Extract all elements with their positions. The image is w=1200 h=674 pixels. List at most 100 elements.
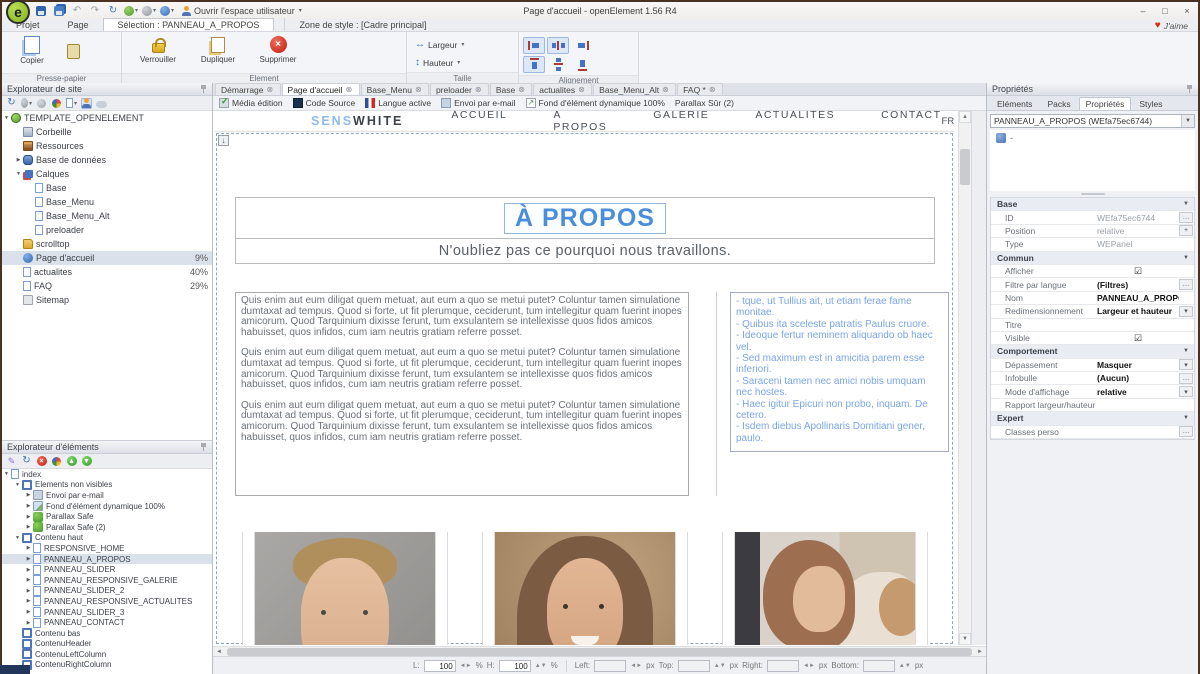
canvas-toolbar-button[interactable]: Langue active — [365, 98, 431, 108]
site-tree-item[interactable]: Base — [2, 181, 212, 195]
expander-icon[interactable]: ▼ — [13, 482, 22, 488]
expander-icon[interactable]: ▶ — [24, 524, 33, 530]
publish-button[interactable]: ▾ — [124, 4, 138, 17]
anchor-icon[interactable]: ↓ — [218, 135, 229, 146]
save-button[interactable] — [34, 4, 48, 17]
nav-link[interactable]: CONTACT — [881, 111, 941, 133]
property-row[interactable]: Type WEPanel — [991, 238, 1194, 251]
expander-icon[interactable]: ▼ — [14, 171, 23, 177]
horizontal-scrollbar[interactable]: ◄ ► — [213, 646, 986, 656]
property-action-button[interactable]: + — [1179, 225, 1193, 236]
site-brand[interactable]: SENSWHITE — [311, 114, 403, 128]
element-tree-item[interactable]: ContenuHeader — [2, 639, 212, 650]
property-row[interactable]: Filtre par langue (Filtres) … — [991, 278, 1194, 291]
element-tree-item[interactable]: ▶ Parallax Safe (2) — [2, 522, 212, 533]
element-tree-item[interactable]: ▶ RESPONSIVE_HOME — [2, 543, 212, 554]
style-icon[interactable] — [996, 133, 1006, 143]
align-bottom-button[interactable] — [571, 56, 593, 73]
expander-icon[interactable]: ▶ — [24, 567, 33, 573]
property-row[interactable]: Titre — [991, 319, 1194, 332]
scrollbar-thumb[interactable] — [960, 149, 970, 185]
close-button[interactable]: × — [1176, 4, 1198, 17]
canvas-toolbar-button[interactable]: Envoi par e-mail — [441, 98, 515, 108]
document-tab[interactable]: Page d'accueil — [282, 83, 360, 95]
element-tree-item[interactable]: ▶ PANNEAU_SLIDER_2 — [2, 586, 212, 597]
element-tree-item[interactable]: ▶ PANNEAU_RESPONSIVE_GALERIE — [2, 575, 212, 586]
team-photo-2[interactable] — [495, 532, 675, 645]
site-tree-item[interactable]: Base_Menu_Alt — [2, 209, 212, 223]
title-block[interactable]: À PROPOS — [235, 197, 935, 239]
element-tree-item[interactable]: ▼ Contenu haut — [2, 533, 212, 544]
top-input[interactable] — [678, 660, 710, 672]
expander-icon[interactable]: ▼ — [13, 535, 22, 541]
expander-icon[interactable]: ▶ — [24, 514, 33, 520]
site-tree-item[interactable]: Ressources — [2, 139, 212, 153]
property-row[interactable]: Rapport largeur/hauteur fixe — [991, 399, 1194, 412]
save-all-button[interactable] — [52, 4, 66, 17]
tools-button[interactable]: ▾ — [142, 4, 156, 17]
canvas-toolbar-button[interactable]: Média édition — [219, 98, 283, 108]
nav-link[interactable]: ACTUALITES — [755, 111, 835, 133]
property-action-button[interactable]: … — [1179, 279, 1193, 290]
site-tree-item[interactable]: preloader — [2, 223, 212, 237]
property-row[interactable]: Dépassement Masquer ▾ — [991, 359, 1194, 372]
spinner-icon[interactable]: ▲▼ — [899, 663, 911, 669]
property-value[interactable]: (Filtres) — [1097, 280, 1179, 290]
scrollbar-thumb[interactable] — [227, 648, 972, 656]
property-action-button[interactable]: ▾ — [1179, 386, 1193, 397]
property-action-button[interactable]: ▼ — [1179, 346, 1193, 357]
refresh-site-button[interactable]: ↻ — [6, 98, 17, 109]
canvas-toolbar-button[interactable]: Fond d'élément dynamique 100% — [526, 98, 665, 108]
properties-tab[interactable]: Eléments — [990, 97, 1039, 110]
site-tree-item[interactable]: Base_Menu — [2, 195, 212, 209]
element-tree-item[interactable]: ▶ Fond d'élément dynamique 100% — [2, 501, 212, 512]
property-value[interactable]: Masquer — [1097, 360, 1179, 370]
align-left-button[interactable] — [523, 37, 545, 54]
element-tree-item[interactable]: ContenuLeftColumn — [2, 649, 212, 660]
height-button[interactable]: ↕ Hauteur ▾ — [411, 55, 468, 70]
document-tab[interactable]: preloader — [430, 83, 489, 95]
refresh-button[interactable]: ↻ — [106, 4, 120, 17]
property-row[interactable]: Commun ▼ — [991, 252, 1194, 265]
element-tree-item[interactable]: ▶ PANNEAU_SLIDER_3 — [2, 607, 212, 618]
width-button[interactable]: ↔ Largeur ▾ — [411, 37, 468, 52]
site-tree-item[interactable]: scrolltop — [2, 237, 212, 251]
property-row[interactable]: Afficher ☑ — [991, 265, 1194, 278]
property-value[interactable]: (Aucun) — [1097, 373, 1179, 383]
site-settings-button[interactable]: ▾ — [21, 98, 32, 109]
undo-button[interactable]: ↶ — [70, 4, 84, 17]
align-top-button[interactable] — [523, 56, 545, 73]
property-action-button[interactable]: ▼ — [1179, 199, 1193, 210]
property-row[interactable]: ID WEfa75ec6744 … — [991, 211, 1194, 224]
edit-element-button[interactable]: ✎ — [6, 456, 17, 467]
close-icon[interactable] — [346, 86, 354, 94]
close-icon[interactable] — [662, 86, 670, 94]
align-right-button[interactable] — [571, 37, 593, 54]
maximize-button[interactable]: □ — [1154, 4, 1176, 17]
expander-icon[interactable]: ▶ — [24, 556, 33, 562]
spinner-icon[interactable]: ◄► — [460, 663, 472, 669]
spinner-icon[interactable]: ◄► — [803, 663, 815, 669]
property-row[interactable]: Redimensionnement Largeur et hauteur ▾ — [991, 305, 1194, 318]
element-tree-item[interactable]: Contenu bas — [2, 628, 212, 639]
property-value[interactable]: PANNEAU_A_PROPOS — [1097, 293, 1179, 303]
property-value[interactable]: WEPanel — [1097, 239, 1179, 249]
property-value[interactable]: relative — [1097, 226, 1179, 236]
nav-link[interactable]: ACCUEIL — [451, 111, 507, 133]
element-tree-item[interactable]: ContenuRightColumn — [2, 660, 212, 671]
property-action-button[interactable]: … — [1179, 373, 1193, 384]
canvas-toolbar-button[interactable]: Parallax Sûr (2) — [675, 98, 734, 108]
page-preview[interactable]: SENSWHITE ACCUEILA PROPOSGALERIEACTUALIT… — [215, 111, 954, 645]
properties-tab[interactable]: Propriétés — [1079, 97, 1132, 110]
pin-icon[interactable] — [200, 85, 207, 93]
scroll-up-icon[interactable]: ▲ — [959, 111, 971, 123]
property-value[interactable]: ☑ — [1097, 266, 1179, 277]
property-row[interactable]: Infobulle (Aucun) … — [991, 372, 1194, 385]
delete-button[interactable]: × Supprimer — [252, 34, 304, 71]
bottom-input[interactable] — [863, 660, 895, 672]
tab-selection[interactable]: Sélection : PANNEAU_A_PROPOS — [103, 18, 275, 31]
property-row[interactable]: Classes perso … — [991, 426, 1194, 439]
site-tree-item[interactable]: Sitemap — [2, 293, 212, 307]
redo-button[interactable]: ↷ — [88, 4, 102, 17]
minimize-button[interactable]: – — [1132, 4, 1154, 17]
